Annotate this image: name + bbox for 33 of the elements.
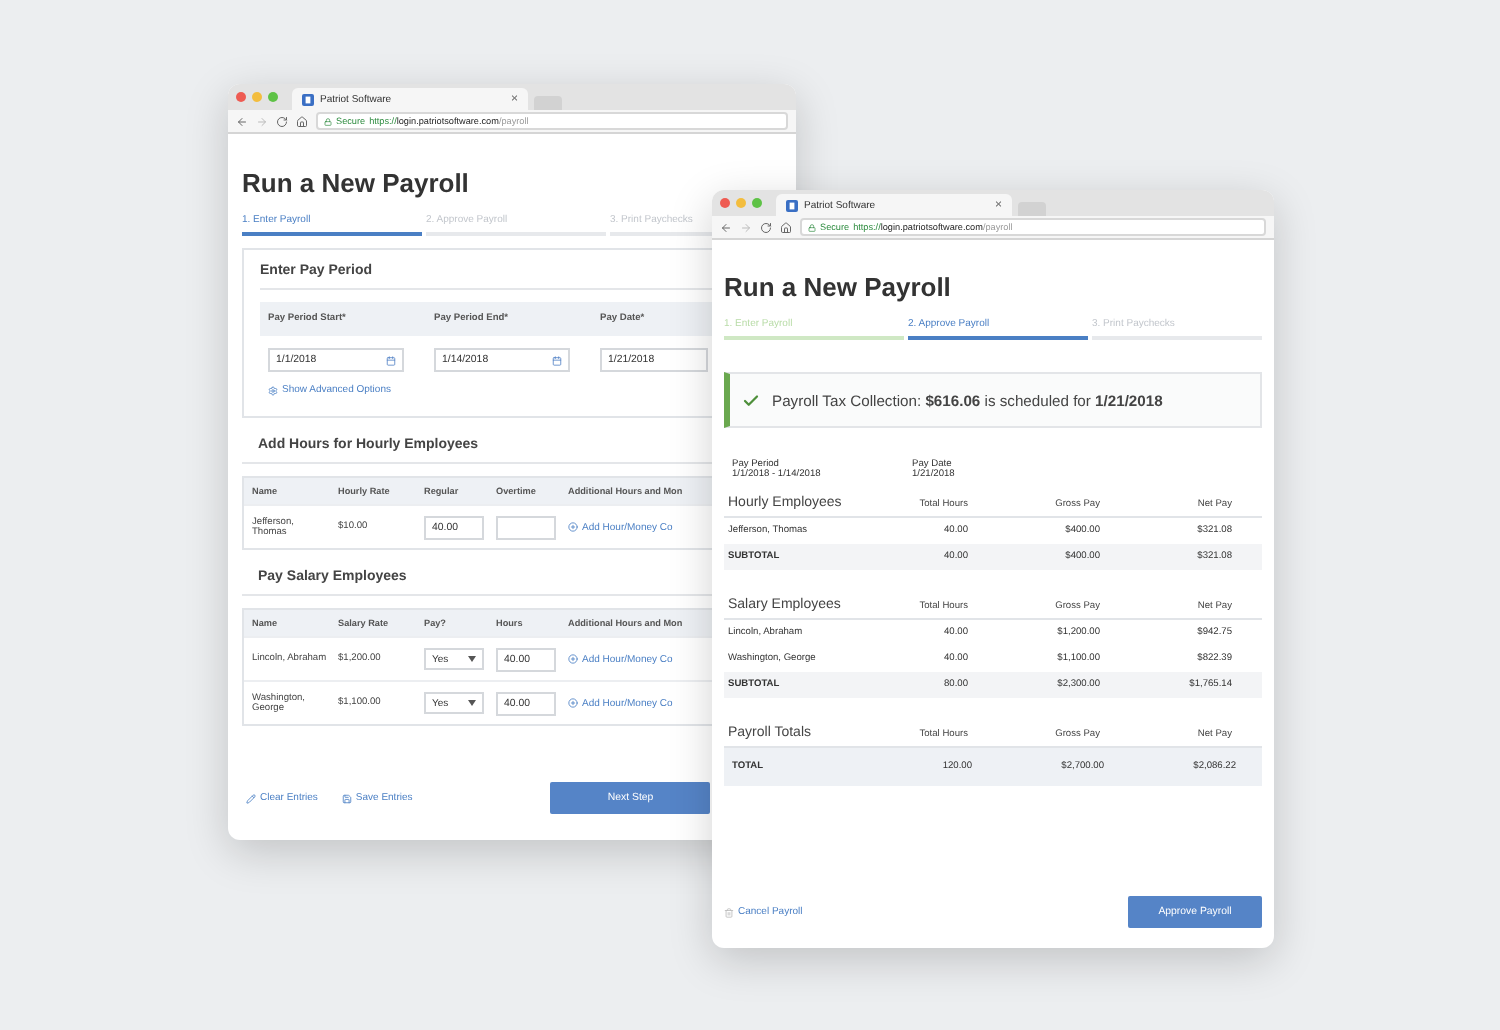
save-icon [341,793,352,803]
overtime-field[interactable] [496,515,556,539]
plus-circle-icon [568,522,578,532]
calendar-icon[interactable] [386,355,396,365]
trash-icon [724,907,734,917]
forward-icon[interactable] [740,221,752,233]
pencil-icon [246,793,256,803]
close-window-icon[interactable] [720,198,730,208]
back-icon[interactable] [236,115,248,127]
reload-icon[interactable] [760,221,772,233]
page-title: Run a New Payroll [242,168,471,198]
forward-icon[interactable] [256,115,268,127]
home-icon[interactable] [296,115,308,127]
caret-icon [468,700,476,706]
gear-icon [268,385,278,395]
check-icon [742,391,760,409]
plus-circle-icon [568,654,578,664]
favicon-icon [786,199,798,211]
home-icon[interactable] [780,221,792,233]
lock-icon [324,117,332,125]
plus-circle-icon [568,698,578,708]
calendar-icon[interactable] [552,355,562,365]
minimize-window-icon[interactable] [252,92,262,102]
page-title: Run a New Payroll [724,272,953,302]
minimize-window-icon[interactable] [736,198,746,208]
lock-icon [808,223,816,231]
back-icon[interactable] [720,221,732,233]
maximize-window-icon[interactable] [268,92,278,102]
close-window-icon[interactable] [236,92,246,102]
favicon-icon [302,93,314,105]
caret-icon [468,656,476,662]
maximize-window-icon[interactable] [752,198,762,208]
reload-icon[interactable] [276,115,288,127]
